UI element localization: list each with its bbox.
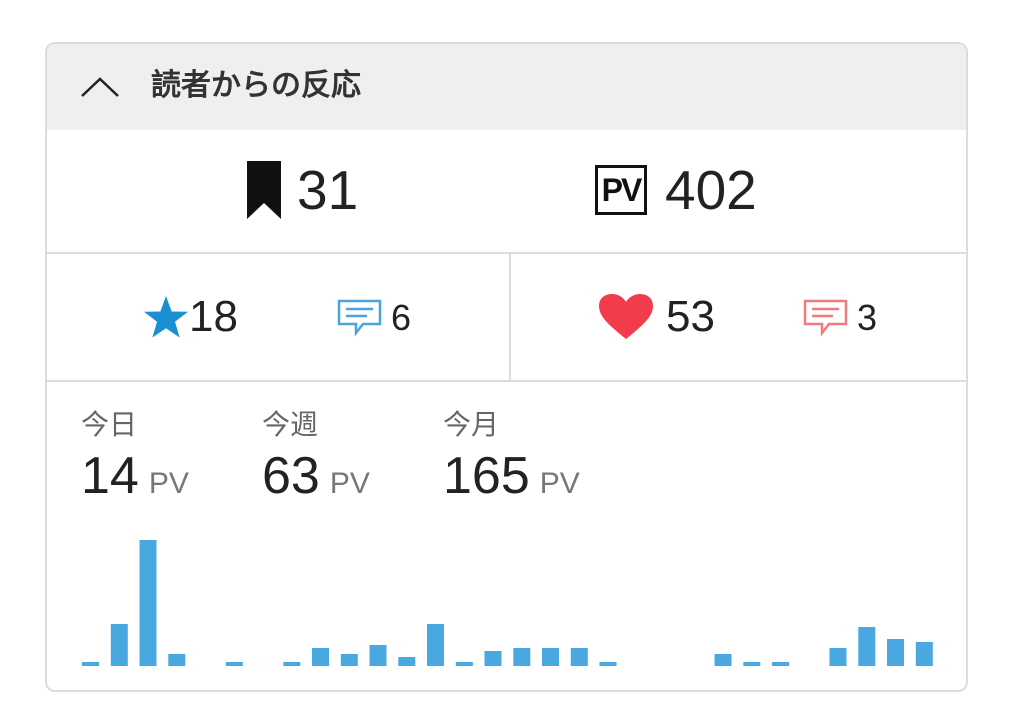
period-unit: PV [148, 467, 189, 500]
chart-bar [312, 648, 329, 666]
period-label: 今月 [443, 408, 500, 441]
pv-total: PV 402 [595, 160, 757, 220]
chart-bar [168, 654, 186, 666]
period-label: 今週 [262, 408, 319, 441]
chart-bar [225, 662, 243, 666]
divider [509, 254, 511, 380]
period-unit: PV [539, 467, 580, 500]
access-stats: 今日 14 PV 今週 63 PV 今月 165 PV [47, 382, 966, 690]
star-number: 18 [189, 292, 238, 341]
chart-bar [369, 645, 387, 666]
chart-bar [398, 657, 416, 666]
chart-bar [340, 654, 358, 666]
chart-bar [139, 540, 157, 666]
star-comment-number: 6 [391, 297, 412, 338]
chart-bar [513, 648, 531, 666]
chart-bar [82, 662, 99, 666]
heart-number: 53 [666, 292, 715, 341]
period-value: 165 [443, 447, 530, 505]
chart-bar [283, 662, 301, 666]
chart-bar [743, 662, 761, 666]
chart-bar [542, 648, 559, 666]
period-value: 63 [262, 447, 320, 505]
chart-bar [570, 648, 588, 666]
chevron-up-icon[interactable] [80, 76, 120, 98]
star-count[interactable]: 18 [143, 294, 238, 340]
reader-reactions-panel: 読者からの反応 31 PV 402 18 6 53 3 今日 14 PV 今週 … [45, 42, 968, 692]
chart-bar [829, 648, 847, 666]
chart-bar [915, 642, 933, 666]
heart-comment-count[interactable]: 3 [803, 299, 877, 337]
pv-icon: PV [595, 165, 647, 215]
bookmark-count[interactable]: 31 [247, 160, 358, 220]
daily-pv-chart [82, 540, 933, 666]
chart-bar [887, 639, 904, 666]
chart-bar [599, 662, 617, 666]
heart-count[interactable]: 53 [598, 294, 715, 340]
chart-bar [110, 624, 128, 666]
star-icon [144, 296, 188, 338]
panel-header[interactable]: 読者からの反応 [47, 44, 966, 130]
period-value: 14 [81, 447, 139, 505]
chart-bar [484, 651, 502, 666]
period-week: 今週 63 PV [262, 408, 370, 504]
comment-icon [803, 299, 848, 337]
chart-bar [455, 662, 473, 666]
period-label: 今日 [81, 408, 138, 441]
comment-icon [337, 299, 382, 337]
chart-bar [714, 654, 732, 666]
period-unit: PV [329, 467, 370, 500]
pv-number: 402 [665, 159, 757, 221]
chart-bar [772, 662, 789, 666]
chart-bar [427, 624, 444, 666]
bookmark-number: 31 [297, 159, 359, 221]
heart-icon [599, 294, 653, 339]
summary-row: 31 PV 402 [47, 130, 966, 254]
reactions-row: 18 6 53 3 [47, 254, 966, 382]
heart-comment-number: 3 [857, 297, 878, 338]
bookmark-icon [247, 161, 281, 219]
star-comment-count[interactable]: 6 [337, 299, 411, 337]
period-today: 今日 14 PV [81, 408, 189, 504]
chart-bar [858, 627, 876, 666]
panel-title: 読者からの反応 [151, 68, 361, 103]
period-month: 今月 165 PV [443, 408, 580, 504]
